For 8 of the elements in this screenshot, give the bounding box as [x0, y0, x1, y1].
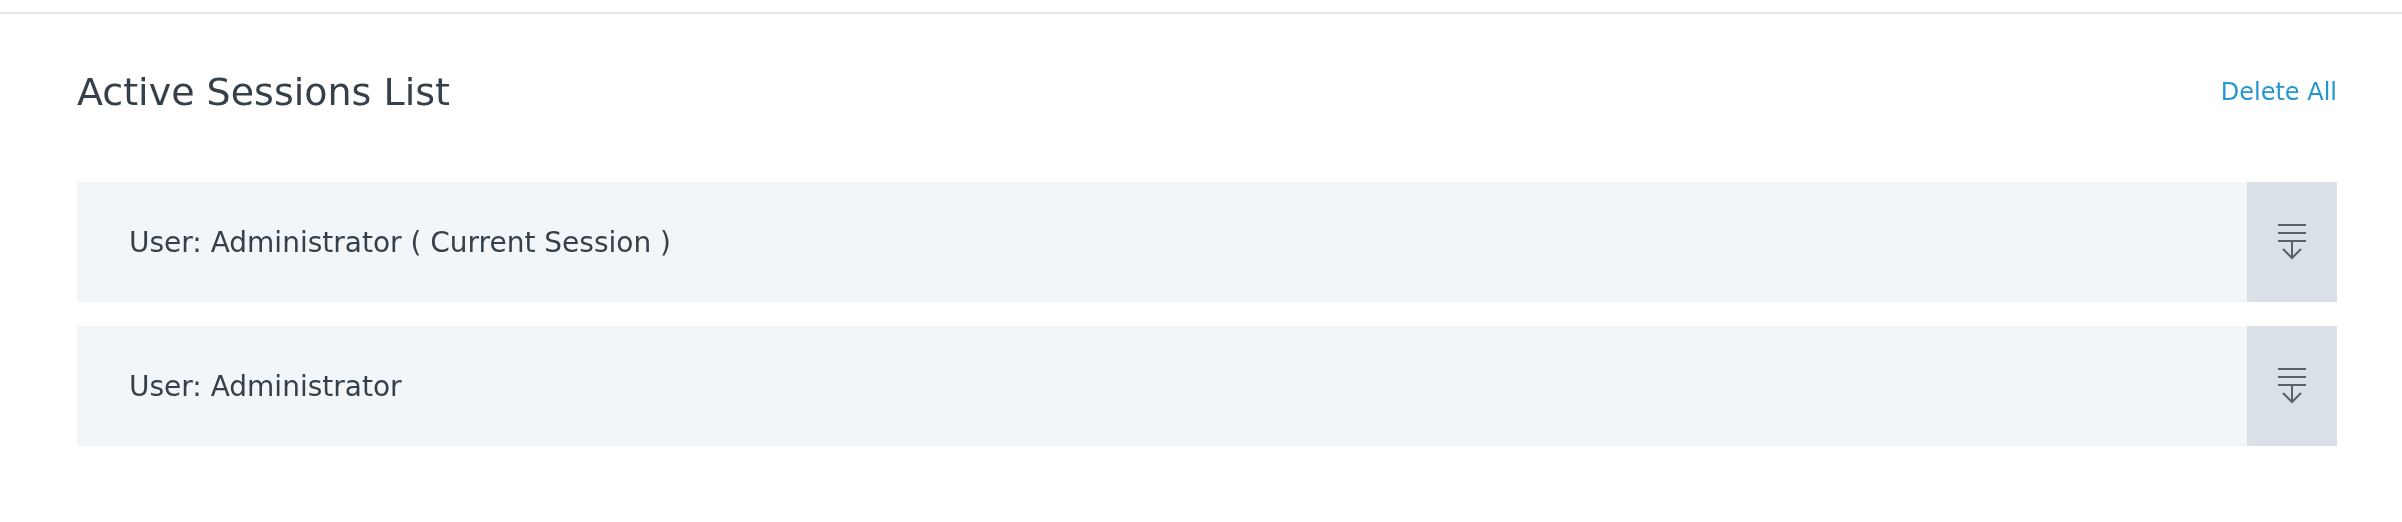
session-label: User: Administrator: [128, 369, 403, 403]
expand-button[interactable]: [2247, 182, 2337, 302]
session-label: User: Administrator ( Current Session ): [128, 225, 672, 259]
expand-button[interactable]: [2247, 326, 2337, 446]
expand-icon: [2277, 367, 2307, 405]
delete-all-link[interactable]: Delete All: [2220, 78, 2337, 106]
page-title: Active Sessions List: [77, 69, 450, 116]
expand-icon: [2277, 223, 2307, 261]
